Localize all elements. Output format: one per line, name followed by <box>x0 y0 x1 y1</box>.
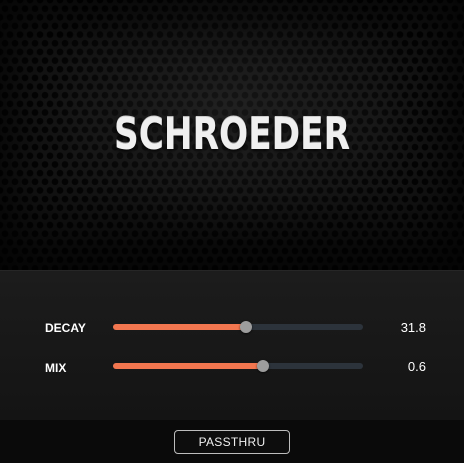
decay-slider-thumb[interactable] <box>239 321 252 333</box>
decay-slider-fill <box>113 324 246 330</box>
mix-slider-fill <box>113 363 263 369</box>
plugin-title: SCHROEDER <box>51 108 413 159</box>
decay-label: DECAY <box>45 321 86 335</box>
passthru-button[interactable]: PASSTHRU <box>174 430 290 454</box>
controls-panel: DECAY 31.8 MIX 0.6 <box>0 270 464 421</box>
decay-value: 31.8 <box>400 320 426 335</box>
footer-bar: PASSTHRU <box>0 420 464 463</box>
mix-slider-thumb[interactable] <box>257 360 269 372</box>
mix-value: 0.6 <box>407 359 426 374</box>
header-panel: SCHROEDER <box>0 0 464 270</box>
mix-slider[interactable] <box>113 360 363 372</box>
decay-slider[interactable] <box>113 321 363 333</box>
mix-label: MIX <box>45 361 67 375</box>
plugin-window: SCHROEDER DECAY 31.8 MIX 0.6 PASSTHRU <box>0 0 464 463</box>
